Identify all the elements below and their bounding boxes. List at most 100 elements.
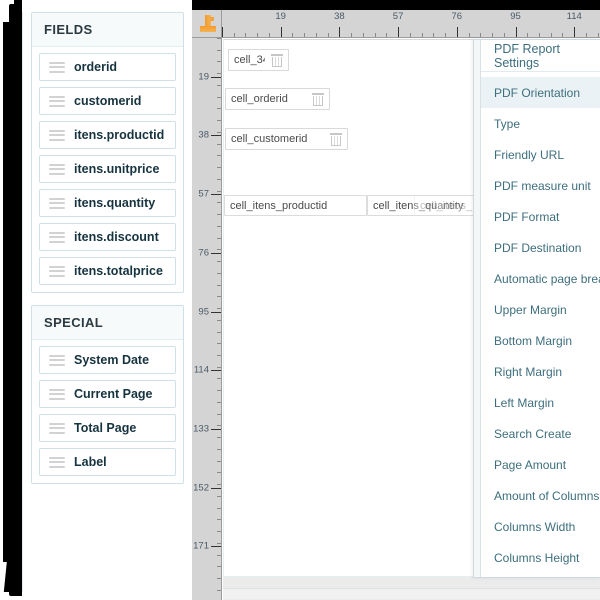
horizontal-ruler[interactable]: 1938577695114 bbox=[222, 10, 600, 38]
ruler-origin-icon bbox=[200, 15, 216, 33]
ruler-tick-major bbox=[339, 27, 340, 37]
ruler-label: 76 bbox=[198, 247, 209, 258]
ruler-label: 95 bbox=[198, 306, 209, 317]
drag-grip-icon[interactable] bbox=[49, 457, 65, 468]
drag-grip-icon[interactable] bbox=[49, 232, 65, 243]
settings-item-pdf-orientation[interactable]: PDF Orientation bbox=[481, 77, 600, 108]
drag-grip-icon[interactable] bbox=[49, 96, 65, 107]
ruler-tick bbox=[217, 367, 221, 368]
settings-item-upper-margin[interactable]: Upper Margin bbox=[481, 294, 600, 325]
settings-item-pdf-format[interactable]: PDF Format bbox=[481, 201, 600, 232]
drag-grip-icon[interactable] bbox=[49, 389, 65, 400]
field-item-customerid[interactable]: customerid bbox=[39, 87, 176, 115]
ruler-label: 38 bbox=[198, 130, 209, 141]
field-item-itens-quantity[interactable]: itens.quantity bbox=[39, 189, 176, 217]
vertical-ruler[interactable]: 1938577695114133152171 bbox=[192, 38, 222, 600]
ruler-tick-major bbox=[211, 135, 221, 136]
ruler-tick bbox=[217, 472, 221, 473]
drag-grip-icon[interactable] bbox=[49, 266, 65, 277]
ruler-tick bbox=[217, 566, 221, 567]
drag-grip-icon[interactable] bbox=[49, 62, 65, 73]
drag-grip-icon[interactable] bbox=[49, 130, 65, 141]
ruler-label: 171 bbox=[193, 541, 209, 552]
ruler-tick bbox=[217, 108, 221, 109]
pdf-report-settings-panel: PDF Report Settings PDF OrientationTypeF… bbox=[473, 39, 600, 578]
settings-item-columns-width[interactable]: Columns Width bbox=[481, 511, 600, 542]
ruler-tick bbox=[257, 33, 258, 37]
drag-grip-icon[interactable] bbox=[49, 164, 65, 175]
ruler-tick bbox=[386, 33, 387, 37]
field-item-itens-unitprice[interactable]: itens.unitprice bbox=[39, 155, 176, 183]
ruler-tick bbox=[217, 390, 221, 391]
field-item-itens-totalprice[interactable]: itens.totalprice bbox=[39, 257, 176, 285]
ruler-tick-major bbox=[457, 27, 458, 37]
field-item-label: Label bbox=[74, 455, 107, 469]
ruler-tick bbox=[217, 496, 221, 497]
ruler-tick bbox=[445, 33, 446, 37]
ruler-tick bbox=[217, 85, 221, 86]
canvas-cell-cell-customerid[interactable]: cell_customerid bbox=[225, 128, 348, 150]
field-item-orderid[interactable]: orderid bbox=[39, 53, 176, 81]
ruler-origin-corner[interactable] bbox=[192, 10, 222, 38]
field-item-total-page[interactable]: Total Page bbox=[39, 414, 176, 442]
ruler-tick bbox=[351, 33, 352, 37]
ruler-tick bbox=[217, 332, 221, 333]
ruler-tick bbox=[217, 519, 221, 520]
ruler-tick-major bbox=[211, 488, 221, 489]
ruler-tick bbox=[217, 191, 221, 192]
settings-item-automatic-page-brea[interactable]: Automatic page brea bbox=[481, 263, 600, 294]
settings-item-right-margin[interactable]: Right Margin bbox=[481, 356, 600, 387]
trash-icon[interactable] bbox=[330, 133, 342, 146]
settings-item-bottom-margin[interactable]: Bottom Margin bbox=[481, 325, 600, 356]
field-item-label: Current Page bbox=[74, 387, 153, 401]
canvas-cell-cell-itens-productid[interactable]: cell_itens_productid bbox=[224, 195, 367, 216]
settings-item-page-amount[interactable]: Page Amount bbox=[481, 449, 600, 480]
fields-sidebar: FIELDSorderidcustomeriditens.productidit… bbox=[22, 12, 192, 592]
field-item-label: customerid bbox=[74, 94, 141, 108]
drag-grip-icon[interactable] bbox=[49, 355, 65, 366]
field-item-label[interactable]: Label bbox=[39, 448, 176, 476]
trash-icon[interactable] bbox=[312, 93, 324, 106]
ruler-tick bbox=[539, 33, 540, 37]
settings-item-columns-height[interactable]: Columns Height bbox=[481, 542, 600, 573]
ruler-tick bbox=[217, 155, 221, 156]
field-item-itens-discount[interactable]: itens.discount bbox=[39, 223, 176, 251]
field-item-system-date[interactable]: System Date bbox=[39, 346, 176, 374]
settings-item-left-margin[interactable]: Left Margin bbox=[481, 387, 600, 418]
field-item-itens-productid[interactable]: itens.productid bbox=[39, 121, 176, 149]
settings-item-list: PDF OrientationTypeFriendly URLPDF measu… bbox=[481, 72, 600, 573]
drag-grip-icon[interactable] bbox=[49, 423, 65, 434]
ruler-tick bbox=[217, 38, 221, 39]
ruler-tick bbox=[328, 33, 329, 37]
settings-tab-strip[interactable] bbox=[474, 40, 481, 578]
report-designer-app: FIELDSorderidcustomeriditens.productidit… bbox=[0, 0, 600, 600]
ruler-label: 95 bbox=[510, 11, 521, 22]
canvas-cell-cell-orderid[interactable]: cell_orderid bbox=[225, 88, 330, 110]
settings-item-friendly-url[interactable]: Friendly URL bbox=[481, 139, 600, 170]
ruler-tick-major bbox=[211, 546, 221, 547]
ruler-label: 133 bbox=[193, 423, 209, 434]
drag-grip-icon[interactable] bbox=[49, 198, 65, 209]
ruler-tick bbox=[217, 402, 221, 403]
ruler-tick bbox=[217, 378, 221, 379]
field-group-special: SPECIALSystem DateCurrent PageTotal Page… bbox=[31, 305, 184, 484]
horizontal-scrollbar[interactable] bbox=[223, 588, 600, 599]
canvas-cell-label: cell_customerid bbox=[231, 133, 307, 145]
settings-item-search-create[interactable]: Search Create bbox=[481, 418, 600, 449]
ruler-tick bbox=[217, 179, 221, 180]
settings-item-type[interactable]: Type bbox=[481, 108, 600, 139]
trash-icon[interactable] bbox=[271, 54, 283, 67]
field-item-label: System Date bbox=[74, 353, 149, 367]
ruler-tick bbox=[217, 449, 221, 450]
ruler-label: 114 bbox=[567, 11, 582, 22]
ruler-tick bbox=[410, 33, 411, 37]
settings-item-pdf-measure-unit[interactable]: PDF measure unit bbox=[481, 170, 600, 201]
settings-item-amount-of-columns[interactable]: Amount of Columns bbox=[481, 480, 600, 511]
ruler-tick bbox=[217, 61, 221, 62]
ruler-tick bbox=[217, 285, 221, 286]
field-item-current-page[interactable]: Current Page bbox=[39, 380, 176, 408]
canvas-cell-cell-34[interactable]: cell_34 bbox=[228, 49, 289, 71]
ruler-tick bbox=[363, 33, 364, 37]
settings-item-pdf-destination[interactable]: PDF Destination bbox=[481, 232, 600, 263]
ruler-tick bbox=[217, 167, 221, 168]
